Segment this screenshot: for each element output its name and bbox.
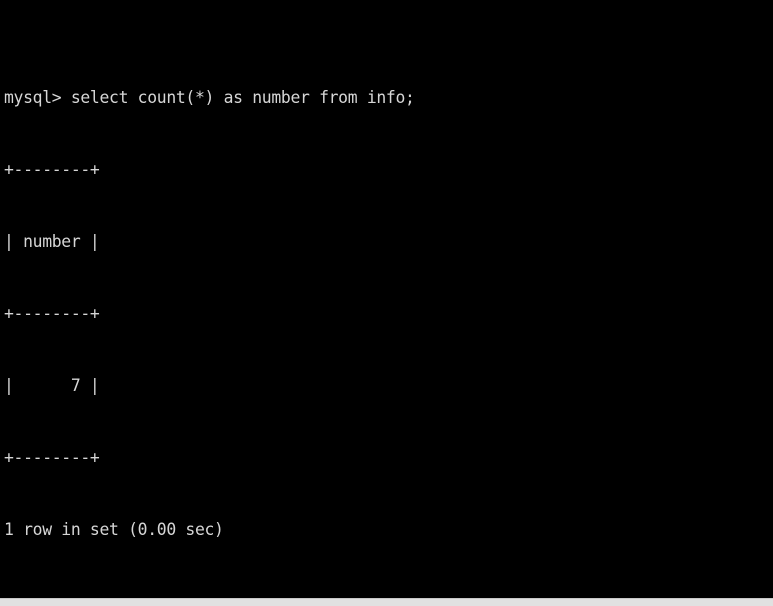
- table-row-count: | 7 |: [4, 376, 100, 395]
- terminal-output-area[interactable]: mysql> select count(*) as number from in…: [4, 14, 773, 598]
- terminal-window[interactable]: mysql> select count(*) as number from in…: [0, 0, 773, 598]
- table-header-count: | number |: [4, 232, 100, 251]
- status-line-count: 1 row in set (0.00 sec): [4, 520, 224, 539]
- desktop-taskbar[interactable]: [0, 598, 773, 606]
- table-border-bottom-count: +--------+: [4, 448, 100, 467]
- table-border-mid-count: +--------+: [4, 304, 100, 323]
- table-border-top-count: +--------+: [4, 160, 100, 179]
- command-line-count: mysql> select count(*) as number from in…: [4, 88, 415, 107]
